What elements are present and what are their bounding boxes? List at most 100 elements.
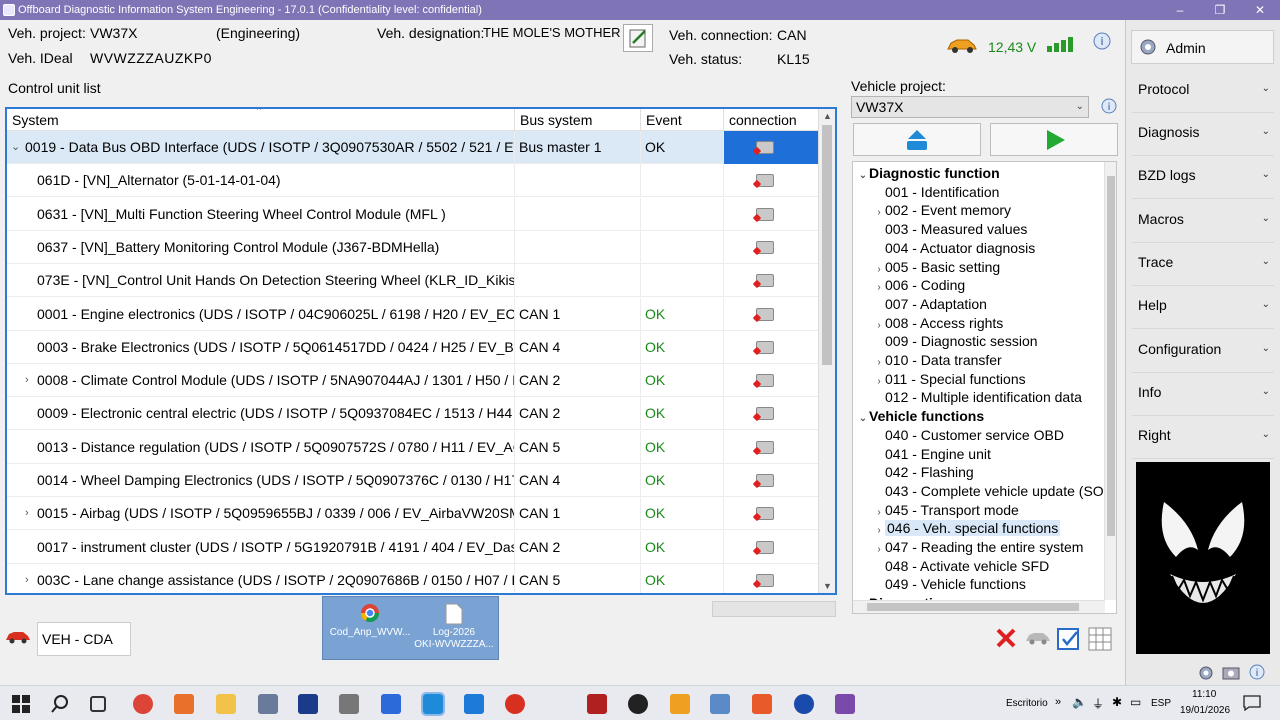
sidebar-item-macros[interactable]: Macros ⌄ xyxy=(1132,205,1274,243)
tree-item[interactable]: 041 - Engine unit xyxy=(873,445,991,464)
disconnect-icon[interactable] xyxy=(994,626,1018,653)
sidebar-item-protocol[interactable]: Protocol ⌄ xyxy=(1132,75,1274,113)
table-row[interactable]: › 0015 - Airbag (UDS / ISOTP / 5Q0959655B… xyxy=(7,497,822,531)
table-row[interactable]: 073E - [VN]_Control Unit Hands On Detect… xyxy=(7,264,822,298)
tree-item[interactable]: 012 - Multiple identification data xyxy=(873,388,1082,407)
checklist-icon[interactable] xyxy=(1057,627,1081,654)
volume-icon[interactable]: 🔈 xyxy=(1072,695,1087,709)
table-row[interactable]: 0013 - Distance regulation (UDS / ISOTP … xyxy=(7,430,822,464)
app-red-icon[interactable] xyxy=(505,694,525,714)
task-view-icon[interactable] xyxy=(90,696,106,712)
tree-horizontal-scrollbar[interactable] xyxy=(853,600,1105,613)
ne-tech-icon[interactable] xyxy=(298,694,318,714)
tree-item[interactable]: 042 - Flashing xyxy=(873,463,974,482)
scrollbar-thumb[interactable] xyxy=(1107,176,1115,536)
tree-item[interactable]: › 010 - Data transfer xyxy=(873,351,1001,370)
search-icon[interactable] xyxy=(50,694,70,717)
horizontal-scrollbar[interactable] xyxy=(712,601,836,617)
table-row[interactable]: 0014 - Wheel Damping Electronics (UDS / … xyxy=(7,464,822,497)
cell-connection[interactable] xyxy=(724,364,822,397)
bluetooth-icon[interactable]: ✱ xyxy=(1112,695,1122,709)
tree-item[interactable]: 007 - Adaptation xyxy=(873,295,987,314)
cell-connection[interactable] xyxy=(724,231,822,264)
tree-item[interactable]: 001 - Identification xyxy=(873,183,999,202)
control-unit-table[interactable]: System ^ Bus system Event connection ⌄ 00… xyxy=(5,107,837,595)
table-row[interactable]: 0003 - Brake Electronics (UDS / ISOTP / … xyxy=(7,330,822,364)
app-grey-icon[interactable] xyxy=(339,694,359,714)
tree-item[interactable]: › 008 - Access rights xyxy=(873,314,1003,333)
tree-item[interactable]: 043 - Complete vehicle update (SOD) xyxy=(873,482,1116,501)
app-yellow-icon[interactable] xyxy=(670,694,690,714)
vehicle-grey-icon[interactable] xyxy=(1025,630,1051,649)
cell-connection[interactable] xyxy=(724,164,822,197)
table-row[interactable]: 0001 - Engine electronics (UDS / ISOTP /… xyxy=(7,297,822,331)
tree-item[interactable]: 004 - Actuator diagnosis xyxy=(873,239,1035,258)
odis-taskbar-icon[interactable] xyxy=(421,692,445,716)
tree-item[interactable]: › 046 - Veh. special functions xyxy=(873,519,1061,538)
table-row[interactable]: 0637 - [VN]_Battery Monitoring Control M… xyxy=(7,230,822,264)
app-blue2-icon[interactable] xyxy=(464,694,484,714)
column-header-bus-system[interactable]: Bus system xyxy=(515,109,641,131)
sidebar-item-configuration[interactable]: Configuration ⌄ xyxy=(1132,335,1274,373)
notifications-icon[interactable] xyxy=(1243,695,1261,714)
app-orange-icon[interactable] xyxy=(174,694,194,714)
tree-group[interactable]: ⌄ Vehicle functions xyxy=(857,407,984,426)
info-icon[interactable]: i xyxy=(1092,31,1112,54)
tree-vertical-scrollbar[interactable] xyxy=(1104,162,1116,600)
table-row[interactable]: 061D - [VN]_Alternator (5-01-14-01-04) xyxy=(7,164,822,198)
cell-connection[interactable] xyxy=(724,497,822,530)
scroll-up-arrow-icon[interactable]: ▲ xyxy=(819,109,835,123)
table-row[interactable]: ⌄ 0019 - Data Bus OBD Interface (UDS / IS… xyxy=(7,131,822,164)
close-button[interactable]: ✕ xyxy=(1240,0,1280,20)
cell-connection[interactable] xyxy=(724,397,822,430)
tree-item[interactable]: › 045 - Transport mode xyxy=(873,501,1019,520)
tree-item[interactable]: 009 - Diagnostic session xyxy=(873,332,1038,351)
teamviewer-icon[interactable] xyxy=(794,694,814,714)
tray-arrow-icon[interactable]: » xyxy=(1055,696,1061,708)
cell-connection[interactable] xyxy=(724,464,822,497)
network-icon[interactable]: ⏚ xyxy=(1092,695,1104,712)
sidebar-item-help[interactable]: Help ⌄ xyxy=(1132,291,1274,329)
start-button[interactable] xyxy=(990,123,1118,156)
file-explorer-icon[interactable] xyxy=(216,694,236,714)
app-paint-icon[interactable] xyxy=(752,694,772,714)
edit-note-icon[interactable] xyxy=(623,24,653,52)
tree-item[interactable]: › 006 - Coding xyxy=(873,276,965,295)
column-header-event[interactable]: Event xyxy=(641,109,724,131)
app-tool-icon[interactable] xyxy=(258,694,278,714)
sidebar-item-bzd-logs[interactable]: BZD logs ⌄ xyxy=(1132,161,1274,199)
table-row[interactable]: › 003C - Lane change assistance (UDS / IS… xyxy=(7,563,822,593)
cell-connection[interactable] xyxy=(724,431,822,464)
app-globe-icon[interactable] xyxy=(710,694,730,714)
camera-icon[interactable] xyxy=(1222,664,1240,683)
cell-connection[interactable] xyxy=(724,131,822,164)
sidebar-item-trace[interactable]: Trace ⌄ xyxy=(1132,248,1274,286)
battery-icon[interactable]: ▭ xyxy=(1130,695,1141,709)
tree-item[interactable]: 048 - Activate vehicle SFD xyxy=(873,557,1049,576)
slack-icon[interactable] xyxy=(835,694,855,714)
upload-button[interactable] xyxy=(853,123,981,156)
desktop-folder-label[interactable]: Escritorio xyxy=(1006,698,1048,709)
table-row[interactable]: 0009 - Electronic central electric (UDS … xyxy=(7,397,822,431)
info-icon[interactable]: i xyxy=(1248,663,1266,684)
maximize-button[interactable]: ❐ xyxy=(1200,0,1240,20)
table-row[interactable]: 0017 - instrument cluster (UDS / ISOTP /… xyxy=(7,530,822,564)
popup-file-log[interactable]: Log-2026 OKI-WVWZZZA... xyxy=(413,601,495,657)
chrome-icon[interactable] xyxy=(133,694,153,714)
sidebar-item-right[interactable]: Right ⌄ xyxy=(1132,421,1274,459)
grid-icon[interactable] xyxy=(1088,627,1112,654)
tree-item[interactable]: 040 - Customer service OBD xyxy=(873,426,1064,445)
sidebar-item-diagnosis[interactable]: Diagnosis ⌄ xyxy=(1132,118,1274,156)
minimize-button[interactable]: – xyxy=(1160,0,1200,20)
diagnostic-function-tree[interactable]: ⌄ Diagnostic function 001 - Identification… xyxy=(852,161,1117,614)
veh-cda-tab[interactable]: VEH - CDA xyxy=(37,622,131,656)
tree-expander-icon[interactable]: ⌄ xyxy=(857,167,869,185)
scrollbar-thumb[interactable] xyxy=(867,603,1079,611)
info-icon[interactable]: i xyxy=(1100,97,1118,118)
tree-expander-icon[interactable]: ⌄ xyxy=(857,410,869,428)
tree-item[interactable]: 049 - Vehicle functions xyxy=(873,575,1026,594)
settings-gear-icon[interactable] xyxy=(1197,664,1215,685)
tree-item[interactable]: › 005 - Basic setting xyxy=(873,258,1000,277)
windows-start-icon[interactable] xyxy=(12,695,30,716)
vehicle-project-select[interactable]: VW37X ⌄ xyxy=(851,96,1089,118)
